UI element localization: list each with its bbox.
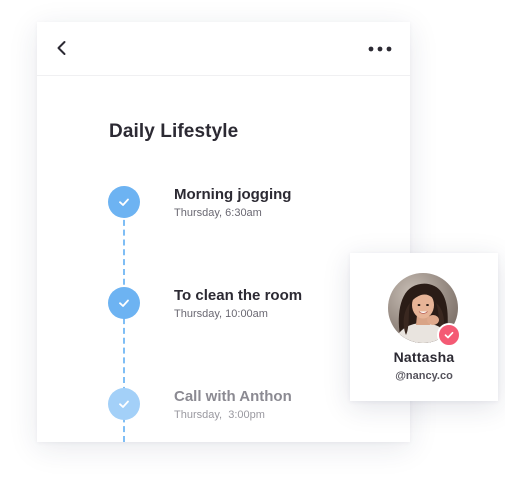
task-item[interactable]: Morning jogging Thursday, 6:30am bbox=[37, 186, 410, 236]
task-title: Call with Anthon bbox=[174, 388, 292, 405]
back-button[interactable] bbox=[54, 40, 70, 56]
check-icon bbox=[119, 299, 129, 307]
profile-name: Nattasha bbox=[393, 349, 455, 365]
check-icon bbox=[119, 198, 129, 206]
top-bar bbox=[37, 22, 410, 76]
task-title: Morning jogging bbox=[174, 186, 292, 203]
verified-badge bbox=[437, 323, 461, 347]
chevron-left-icon bbox=[57, 41, 66, 55]
profile-handle: @nancy.co bbox=[395, 370, 453, 382]
task-time: Thursday, 6:30am bbox=[174, 207, 262, 219]
task-check-button[interactable] bbox=[108, 186, 140, 218]
task-title: To clean the room bbox=[174, 287, 303, 304]
profile-card[interactable]: Nattasha @nancy.co bbox=[350, 253, 498, 401]
task-time: Thursday, 10:00am bbox=[174, 308, 268, 320]
more-options-button[interactable] bbox=[367, 42, 393, 56]
task-time: Thursday, 3:00pm bbox=[174, 409, 265, 421]
more-horizontal-icon bbox=[368, 46, 392, 52]
task-check-button[interactable] bbox=[108, 388, 140, 420]
check-icon bbox=[119, 400, 129, 408]
page-title: Daily Lifestyle bbox=[109, 121, 239, 142]
check-badge-icon bbox=[444, 331, 454, 339]
task-check-button[interactable] bbox=[108, 287, 140, 319]
